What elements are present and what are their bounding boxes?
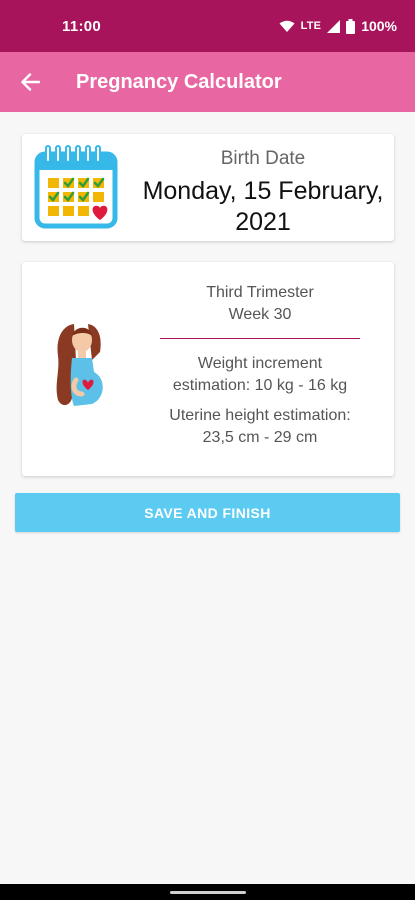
network-type: LTE <box>300 20 322 32</box>
app-bar: Pregnancy Calculator <box>0 52 415 112</box>
back-button[interactable] <box>0 52 60 112</box>
birth-date-value: Monday, 15 February, 2021 <box>142 177 384 236</box>
status-bar: 11:00 LTE 100% <box>0 0 415 52</box>
system-nav-bar <box>0 884 415 900</box>
week-label: Week 30 <box>228 306 292 323</box>
wifi-icon <box>279 20 295 32</box>
weight-increment-label: Weight increment <box>197 355 323 372</box>
birth-date-card: Birth Date Monday, 15 February, 2021 <box>22 134 394 241</box>
info-column: Third Trimester Week 30 Weight increment… <box>160 282 360 449</box>
page-title: Pregnancy Calculator <box>76 70 282 93</box>
save-and-finish-button[interactable]: SAVE AND FINISH <box>15 493 400 532</box>
status-time: 11:00 <box>62 17 102 35</box>
signal-icon <box>327 19 341 33</box>
divider <box>160 338 360 339</box>
pregnant-woman-icon <box>56 324 103 406</box>
calendar-icon <box>34 145 118 229</box>
trimester-label: Third Trimester <box>206 284 314 301</box>
uterine-height-value: 23,5 cm - 29 cm <box>202 429 318 446</box>
weight-increment-value: estimation: 10 kg - 16 kg <box>172 377 348 394</box>
battery-level: 100% <box>361 18 397 34</box>
battery-icon <box>346 18 356 34</box>
pregnancy-info-card: Third Trimester Week 30 Weight increment… <box>22 262 394 476</box>
status-icons: LTE 100% <box>279 18 397 34</box>
uterine-height-label: Uterine height estimation: <box>169 407 351 424</box>
birth-date-label: Birth Date <box>220 148 306 169</box>
back-arrow-icon <box>21 73 40 91</box>
home-indicator[interactable] <box>170 891 246 894</box>
